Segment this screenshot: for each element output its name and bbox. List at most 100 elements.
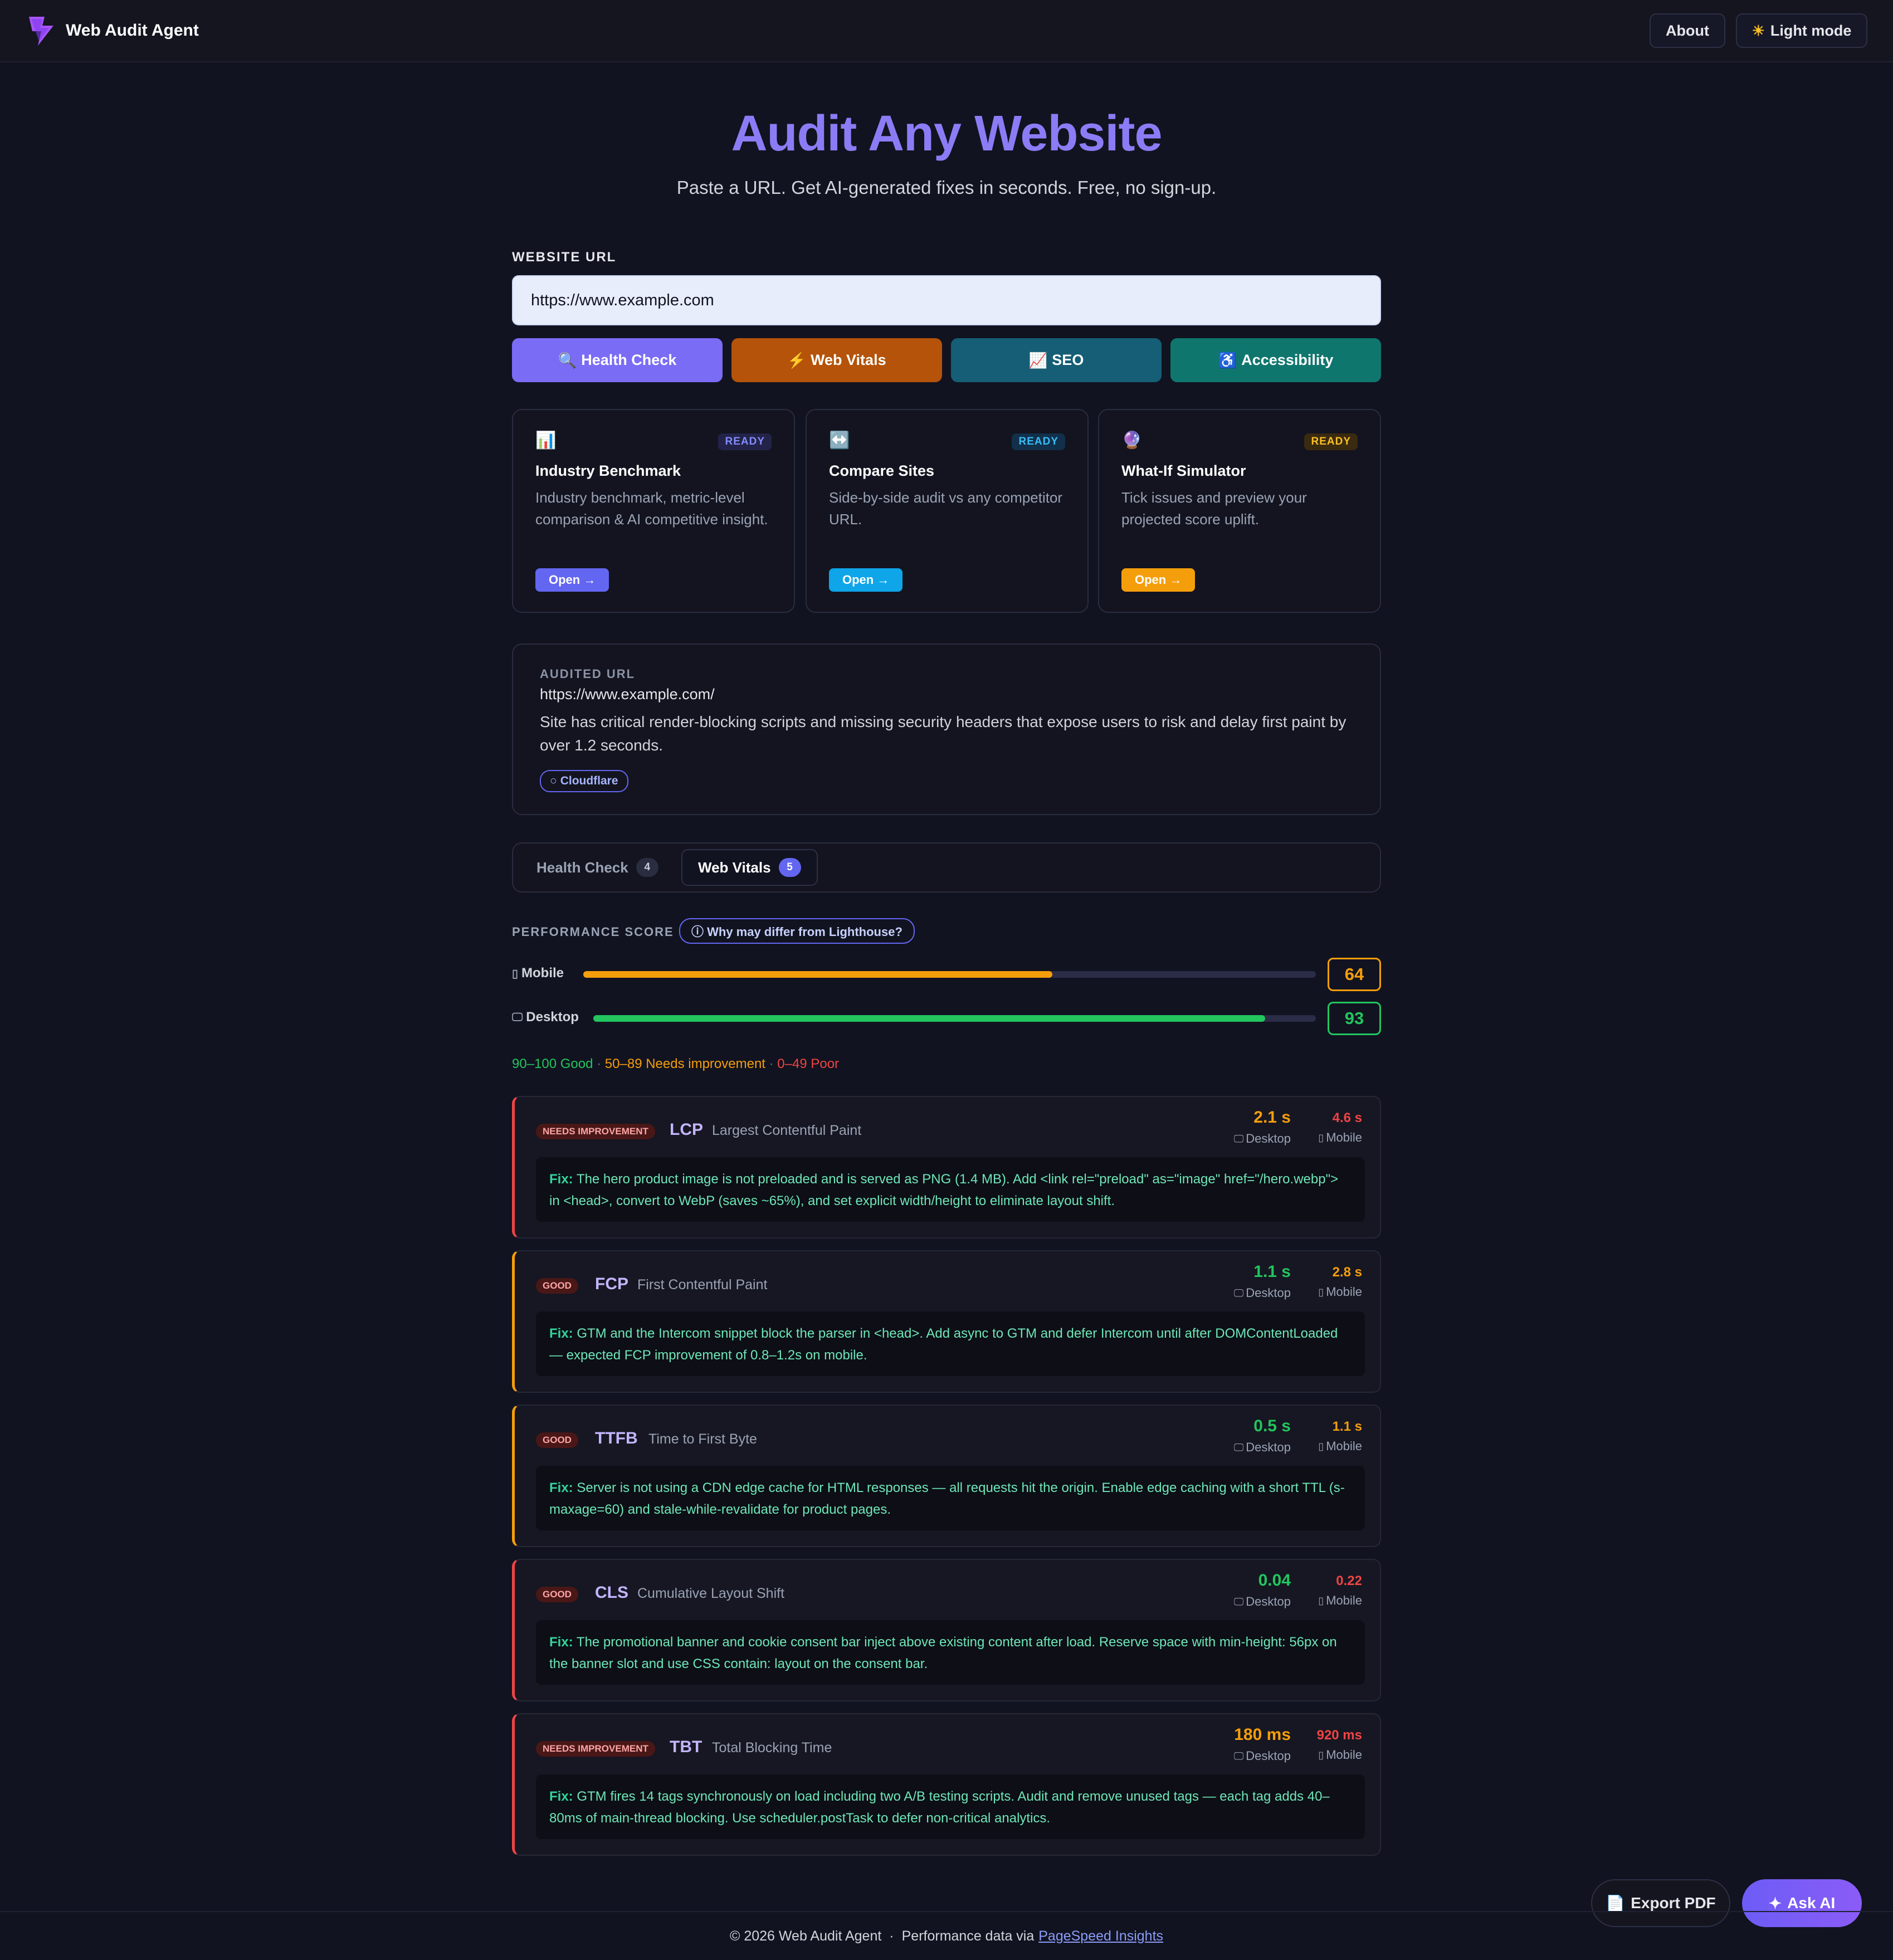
metric-abbreviation: LCP <box>670 1120 703 1139</box>
tab-label: Health Check <box>536 859 628 876</box>
tech-tag[interactable]: ○ Cloudflare <box>540 770 628 792</box>
status-badge: READY <box>718 433 772 450</box>
audited-url: https://www.example.com/ <box>540 686 715 703</box>
device-name: Mobile <box>521 966 564 981</box>
device-label: Desktop <box>1246 1132 1291 1145</box>
metric-name: Total Blocking Time <box>712 1740 832 1756</box>
metric-card-tbt: NEEDS IMPROVEMENT TBT Total Blocking Tim… <box>512 1713 1381 1856</box>
metric-desktop-value: 2.1 s <box>1253 1108 1291 1127</box>
page-title: Audit Any Website <box>731 106 1162 162</box>
metric-mobile-value: 0.22 <box>1336 1573 1362 1588</box>
tool-card-what-if-simulator: 🔮 READY What-If Simulator Tick issues an… <box>1098 409 1381 613</box>
open-industry-benchmark-button[interactable]: Open → <box>535 568 609 592</box>
desktop-score-label: 🖵 Desktop <box>512 1010 579 1025</box>
metric-desktop-value: 0.5 s <box>1253 1417 1291 1435</box>
legend-poor: 0–49 Poor <box>777 1056 840 1071</box>
metric-abbreviation: TTFB <box>595 1429 638 1447</box>
device-label: Mobile <box>1326 1593 1362 1607</box>
fix-label: Fix: <box>549 1635 573 1650</box>
health-check-button[interactable]: 🔍 Health Check <box>512 338 723 382</box>
metric-status-badge: NEEDS IMPROVEMENT <box>536 1124 655 1139</box>
brand[interactable]: Web Audit Agent <box>26 13 199 48</box>
metric-mobile-value: 2.8 s <box>1332 1265 1362 1280</box>
metric-status-badge: NEEDS IMPROVEMENT <box>536 1741 655 1757</box>
desktop-monitor-icon: 🖵 <box>1233 1133 1244 1144</box>
ask-ai-label: Ask AI <box>1787 1894 1836 1912</box>
mobile-phone-icon: ▯ <box>1318 1132 1324 1143</box>
metric-abbreviation: FCP <box>595 1275 628 1293</box>
metric-mobile-value: 1.1 s <box>1332 1419 1362 1434</box>
fix-text: The hero product image is not preloaded … <box>549 1172 1339 1208</box>
lighthouse-info-button[interactable]: ⓘ Why may differ from Lighthouse? <box>679 918 915 944</box>
device-label: Mobile <box>1326 1285 1362 1299</box>
device-label: Desktop <box>1246 1749 1291 1763</box>
mobile-phone-icon: ▯ <box>1318 1749 1324 1761</box>
metric-mobile-label: ▯ Mobile <box>1318 1593 1362 1608</box>
metric-status-badge: GOOD <box>536 1587 578 1602</box>
metric-card-ttfb: GOOD TTFB Time to First Byte 0.5 s 🖵 Desk… <box>512 1405 1381 1547</box>
mobile-score-label: ▯ Mobile <box>512 966 564 981</box>
score-legend: 90–100 Good · 50–89 Needs improvement · … <box>512 1056 839 1072</box>
metric-mobile-value: 920 ms <box>1316 1728 1362 1743</box>
mobile-score-row: ▯ Mobile 64 <box>512 958 1381 991</box>
accessibility-button[interactable]: ♿ Accessibility <box>1170 338 1381 382</box>
fix-text: The promotional banner and cookie consen… <box>549 1635 1337 1671</box>
tab-count: 4 <box>636 858 658 877</box>
open-what-if-simulator-button[interactable]: Open → <box>1121 568 1196 592</box>
metric-desktop-label: 🖵 Desktop <box>1234 1132 1291 1146</box>
footer-via: Performance data via <box>901 1928 1035 1944</box>
device-label: Desktop <box>1246 1440 1291 1454</box>
footer-separator: · <box>889 1928 894 1944</box>
desktop-monitor-icon: 🖵 <box>1233 1441 1244 1453</box>
sun-icon: ☀ <box>1751 22 1765 39</box>
tab-health-check[interactable]: Health Check 4 <box>536 849 658 886</box>
metric-abbreviation: TBT <box>670 1738 702 1756</box>
desktop-score-value: 93 <box>1328 1002 1381 1035</box>
tool-title: Industry Benchmark <box>535 462 681 479</box>
metric-desktop-label: 🖵 Desktop <box>1234 1440 1291 1455</box>
metric-mobile-label: ▯ Mobile <box>1318 1130 1362 1145</box>
metric-mobile-label: ▯ Mobile <box>1318 1748 1362 1762</box>
tab-web-vitals[interactable]: Web Vitals 5 <box>681 849 818 886</box>
metric-status-badge: GOOD <box>536 1432 578 1448</box>
metric-desktop-label: 🖵 Desktop <box>1234 1595 1291 1609</box>
bar-chart-icon: 📊 <box>535 431 557 450</box>
tab-label: Web Vitals <box>698 859 771 876</box>
fix-label: Fix: <box>549 1172 573 1187</box>
magnifier-icon: 🔍 <box>558 352 577 369</box>
metric-fix-suggestion: Fix: GTM fires 14 tags synchronously on … <box>536 1774 1365 1839</box>
tool-title: Compare Sites <box>829 462 935 479</box>
audited-url-label: AUDITED URL <box>540 667 636 681</box>
fix-text: Server is not using a CDN edge cache for… <box>549 1480 1345 1517</box>
metric-desktop-label: 🖵 Desktop <box>1234 1286 1291 1300</box>
circle-icon: ○ <box>550 774 557 787</box>
status-badge: READY <box>1012 433 1065 450</box>
tab-count: 5 <box>778 858 801 877</box>
tool-card-compare-sites: ↔️ READY Compare Sites Side-by-side audi… <box>806 409 1089 613</box>
web-vitals-button[interactable]: ⚡ Web Vitals <box>731 338 942 382</box>
open-compare-sites-button[interactable]: Open → <box>829 568 903 592</box>
seo-button[interactable]: 📈 SEO <box>951 338 1162 382</box>
export-pdf-label: Export PDF <box>1631 1894 1716 1912</box>
metric-desktop-label: 🖵 Desktop <box>1234 1749 1291 1763</box>
about-button[interactable]: About <box>1650 13 1725 48</box>
url-input[interactable] <box>512 275 1381 325</box>
crystal-ball-icon: 🔮 <box>1121 431 1143 450</box>
tool-title: What-If Simulator <box>1121 462 1246 479</box>
pagespeed-link[interactable]: PageSpeed Insights <box>1038 1928 1163 1944</box>
desktop-score-bar <box>593 1015 1316 1022</box>
footer-copyright: © 2026 Web Audit Agent <box>729 1928 882 1944</box>
seo-label: SEO <box>1052 352 1084 368</box>
accessibility-icon: ♿ <box>1218 352 1237 369</box>
legend-good: 90–100 Good <box>512 1056 593 1071</box>
health-check-label: Health Check <box>581 352 677 368</box>
metric-fix-suggestion: Fix: GTM and the Intercom snippet block … <box>536 1311 1365 1376</box>
metric-name: Largest Contentful Paint <box>712 1123 862 1138</box>
mobile-phone-icon: ▯ <box>1318 1286 1324 1298</box>
document-icon: 📄 <box>1606 1894 1626 1912</box>
left-right-arrow-icon: ↔️ <box>829 431 850 450</box>
theme-toggle-button[interactable]: ☀ Light mode <box>1736 13 1867 48</box>
mobile-score-fill <box>583 971 1052 978</box>
legend-separator: · <box>593 1056 605 1071</box>
results-tabs: Health Check 4 Web Vitals 5 <box>512 842 1381 893</box>
